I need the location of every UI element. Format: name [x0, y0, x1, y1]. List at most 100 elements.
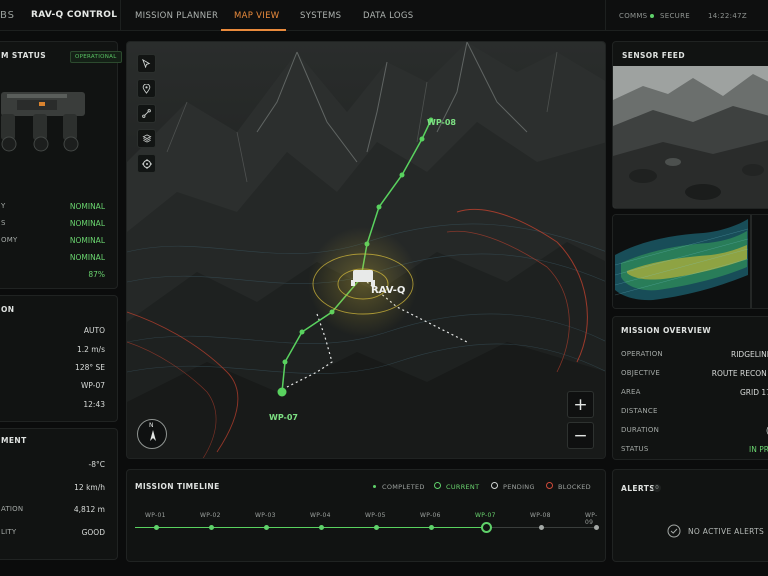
panel-title: ALERTS	[621, 484, 656, 493]
timeline-waypoint-label[interactable]: WP-09	[585, 512, 605, 526]
env-temperature-value: -8°C	[88, 460, 105, 469]
timeline-waypoint-marker[interactable]	[318, 525, 324, 530]
alerts-count-badge: 0	[653, 484, 661, 492]
overview-value: RIDGELINE	[731, 350, 768, 359]
overview-label: AREA	[621, 388, 641, 396]
legend-current: CURRENT	[446, 483, 480, 491]
waypoint-label-start[interactable]: WP-07	[269, 413, 298, 422]
legend-completed: COMPLETED	[382, 483, 425, 491]
tab-systems[interactable]: SYSTEMS	[300, 11, 341, 21]
legend-pending: PENDING	[503, 483, 535, 491]
status-badge: OPERATIONAL	[70, 51, 122, 63]
nav-mode-value: AUTO	[83, 326, 105, 335]
overview-value: ROUTE RECON & N	[711, 369, 768, 378]
timeline-waypoint-label[interactable]: WP-08	[530, 512, 551, 519]
timeline-waypoint-label[interactable]: WP-04	[310, 512, 331, 519]
nav-speed-value: 1.2 m/s	[76, 345, 105, 354]
compass[interactable]: N	[137, 419, 167, 449]
waypoint-label-end[interactable]: WP-08	[427, 118, 456, 127]
env-row-label: LITY	[1, 528, 17, 536]
navigation-panel: ON AUTO 1.2 m/s 128° SE WP-07 12:43	[0, 295, 118, 422]
status-row-value: NOMINAL	[69, 219, 105, 228]
clock: 14:22:47Z	[708, 12, 747, 20]
lidar-pointcloud-image	[613, 215, 768, 308]
nav-eta-value: 12:43	[83, 400, 105, 409]
legend-current-dot	[434, 482, 441, 489]
overview-label: DURATION	[621, 426, 660, 434]
status-row-value: NOMINAL	[69, 202, 105, 211]
env-wind-value: 12 km/h	[74, 483, 105, 492]
timeline-waypoint-marker[interactable]	[428, 525, 434, 530]
nav-heading-value: 128° SE	[75, 363, 105, 372]
tab-mission-planner[interactable]: MISSION PLANNER	[135, 11, 218, 21]
environment-panel: MENT -8°C 12 km/h ATION 4,812 m LITY GOO…	[0, 428, 118, 560]
env-row-label: ATION	[1, 505, 24, 513]
no-alerts-message: NO ACTIVE ALERTS	[688, 527, 765, 536]
app-title: RAV-Q CONTROL	[31, 10, 118, 20]
timeline-waypoint-marker[interactable]	[208, 525, 214, 530]
mission-overview-panel: MISSION OVERVIEW OPERATION RIDGELINE OBJ…	[612, 316, 768, 460]
battery-value: 87%	[88, 270, 105, 279]
status-row-value: NOMINAL	[69, 236, 105, 245]
timeline-waypoint-marker[interactable]	[153, 525, 159, 530]
status-row-label: Y	[1, 202, 6, 210]
zoom-in-button[interactable]: +	[567, 391, 594, 418]
compass-needle-icon	[150, 430, 156, 441]
timeline-waypoint-label[interactable]: WP-07	[475, 512, 496, 519]
layers-icon[interactable]	[137, 129, 156, 148]
overview-value: GRID 17	[740, 388, 768, 397]
status-row-label: S	[1, 219, 6, 227]
overview-label: OPERATION	[621, 350, 663, 358]
timeline-waypoint-marker[interactable]	[373, 525, 379, 530]
target-icon[interactable]	[137, 154, 156, 173]
robot-image	[1, 92, 85, 152]
legend-blocked-dot	[546, 482, 553, 489]
timeline-waypoint-label[interactable]: WP-05	[365, 512, 386, 519]
app-logo: BS	[0, 10, 16, 21]
panel-title: M STATUS	[1, 51, 47, 60]
robot-marker[interactable]	[353, 270, 373, 282]
zoom-out-button[interactable]: −	[567, 422, 594, 449]
cursor-icon[interactable]	[137, 54, 156, 73]
comms-label: COMMS	[619, 12, 648, 20]
timeline-waypoint-label[interactable]: WP-02	[200, 512, 221, 519]
tab-map-view[interactable]: MAP VIEW	[234, 11, 279, 21]
terrain-map[interactable]	[127, 42, 606, 459]
timeline-progress	[135, 527, 487, 528]
timeline-waypoint-label[interactable]: WP-06	[420, 512, 441, 519]
legend-pending-dot	[491, 482, 498, 489]
divider	[120, 0, 121, 31]
overview-label: STATUS	[621, 445, 649, 453]
panel-title: ON	[1, 305, 15, 314]
panel-title: MISSION OVERVIEW	[621, 326, 712, 335]
panel-title: MISSION TIMELINE	[135, 482, 220, 491]
link-status-dot	[650, 14, 654, 18]
timeline-waypoint-marker[interactable]	[481, 522, 492, 533]
active-tab-indicator	[221, 29, 286, 31]
overview-status-value: IN PR	[749, 445, 768, 454]
timeline-waypoint-label[interactable]: WP-03	[255, 512, 276, 519]
divider	[605, 0, 606, 31]
overview-label: DISTANCE	[621, 407, 658, 415]
nav-target-value: WP-07	[80, 381, 105, 390]
status-row-label: OMY	[1, 236, 18, 244]
panel-title: MENT	[1, 436, 27, 445]
env-elevation-value: 4,812 m	[73, 505, 105, 514]
alerts-panel: ALERTS 0 NO ACTIVE ALERTS	[612, 469, 768, 562]
map-view[interactable]: RAV-Q WP-08 WP-07 N + −	[126, 41, 606, 459]
timeline-waypoint-marker[interactable]	[263, 525, 269, 530]
pin-icon[interactable]	[137, 79, 156, 98]
panel-title: SENSOR FEED	[622, 51, 685, 60]
check-circle-icon	[667, 524, 681, 538]
top-bar: BS RAV-Q CONTROL MISSION PLANNER MAP VIE…	[0, 0, 768, 31]
route-icon[interactable]	[137, 104, 156, 123]
link-status: SECURE	[660, 12, 690, 20]
timeline-waypoint-marker[interactable]	[538, 525, 544, 530]
timeline-waypoint-label[interactable]: WP-01	[145, 512, 166, 519]
camera-feed-image	[613, 66, 768, 208]
timeline-waypoint-marker[interactable]	[593, 525, 599, 530]
sensor-feed-panel: SENSOR FEED	[612, 41, 768, 209]
tab-data-logs[interactable]: DATA LOGS	[363, 11, 413, 21]
legend-completed-dot	[373, 485, 376, 488]
status-row-value: NOMINAL	[69, 253, 105, 262]
